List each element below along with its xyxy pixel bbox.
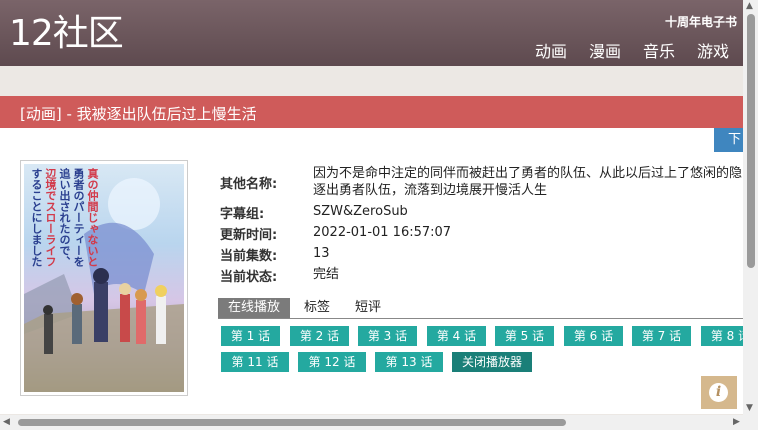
vertical-scroll-thumb[interactable]	[747, 14, 755, 268]
header-strip	[0, 66, 743, 92]
tab-online-play[interactable]: 在线播放	[218, 298, 291, 318]
episode-button[interactable]: 第 2 话	[290, 326, 349, 346]
poster-title-line: することにしました	[30, 168, 43, 267]
scroll-up-arrow-icon[interactable]: ▲	[746, 2, 753, 11]
episode-button[interactable]: 第 5 话	[495, 326, 554, 346]
poster-title-line: 真の仲間じゃないと	[86, 168, 99, 267]
episode-button[interactable]: 第 3 话	[358, 326, 417, 346]
tagline-link[interactable]: 十周年电子书	[665, 13, 737, 30]
detail-tabs: 在线播放 标签 短评	[218, 298, 743, 319]
info-icon: i	[709, 383, 728, 402]
main-nav: 动画 漫画 音乐 游戏	[535, 38, 729, 62]
tab-reviews[interactable]: 短评	[355, 298, 381, 318]
poster-title-line: 勇者のパーティーを	[72, 168, 85, 267]
page-title-bar: [动画] - 我被逐出队伍后过上慢生活	[0, 96, 743, 128]
episode-button[interactable]: 第 1 话	[221, 326, 280, 346]
episode-list: 第 1 话 第 2 话 第 3 话 第 4 话 第 5 话 第 6 话 第 7 …	[221, 326, 743, 374]
scroll-right-arrow-icon[interactable]: ▶	[733, 418, 740, 427]
poster-title-line: 追い出されたので、	[58, 168, 71, 267]
episodes-label: 当前集数:	[220, 249, 278, 264]
nav-music[interactable]: 音乐	[643, 38, 675, 62]
site-logo[interactable]: 12社区	[9, 14, 124, 54]
info-button[interactable]: i	[701, 376, 737, 409]
poster-title-line: 辺境でスローライフ	[44, 168, 57, 267]
episode-button[interactable]: 第 7 话	[632, 326, 691, 346]
poster-title-area: 真の仲間じゃないと 勇者のパーティーを 追い出されたので、 辺境でスローライフ …	[28, 168, 100, 308]
scroll-down-arrow-icon[interactable]: ▼	[746, 404, 753, 413]
nav-games[interactable]: 游戏	[697, 38, 729, 62]
site-header: 12社区 十周年电子书 动画 漫画 音乐 游戏	[0, 0, 743, 66]
episodes-value: 13	[313, 246, 330, 261]
episode-button[interactable]: 第 12 话	[298, 352, 366, 372]
episode-button[interactable]: 第 11 话	[221, 352, 289, 372]
other-names-value-line1: 因为不是命中注定的同伴而被赶出了勇者的队伍、从此以后过上了悠闲的隐	[313, 166, 743, 181]
other-names-value-line2: 逐出勇者队伍，流落到边境展开慢活人生	[313, 183, 548, 198]
download-button[interactable]: 下	[714, 128, 743, 152]
updated-label: 更新时间:	[220, 228, 278, 243]
status-label: 当前状态:	[220, 270, 278, 285]
updated-value: 2022-01-01 16:57:07	[313, 225, 452, 240]
scroll-left-arrow-icon[interactable]: ◀	[3, 418, 10, 427]
episode-button[interactable]: 第 4 话	[427, 326, 486, 346]
page-title: [动画] - 我被逐出队伍后过上慢生活	[20, 105, 257, 123]
nav-manga[interactable]: 漫画	[589, 38, 621, 62]
tab-tags[interactable]: 标签	[304, 298, 330, 318]
horizontal-scroll-thumb[interactable]	[18, 419, 566, 426]
subgroup-label: 字幕组:	[220, 207, 265, 222]
poster-frame: 真の仲間じゃないと 勇者のパーティーを 追い出されたので、 辺境でスローライフ …	[20, 160, 188, 396]
episode-button[interactable]: 第 8 话	[701, 326, 743, 346]
episode-button[interactable]: 第 6 话	[564, 326, 623, 346]
nav-anime[interactable]: 动画	[535, 38, 567, 62]
close-player-button[interactable]: 关闭播放器	[452, 352, 532, 372]
other-names-label: 其他名称:	[220, 177, 278, 192]
episode-button[interactable]: 第 13 话	[375, 352, 443, 372]
anime-poster: 真の仲間じゃないと 勇者のパーティーを 追い出されたので、 辺境でスローライフ …	[24, 164, 184, 392]
subgroup-value: SZW&ZeroSub	[313, 204, 408, 219]
status-value: 完结	[313, 267, 340, 282]
